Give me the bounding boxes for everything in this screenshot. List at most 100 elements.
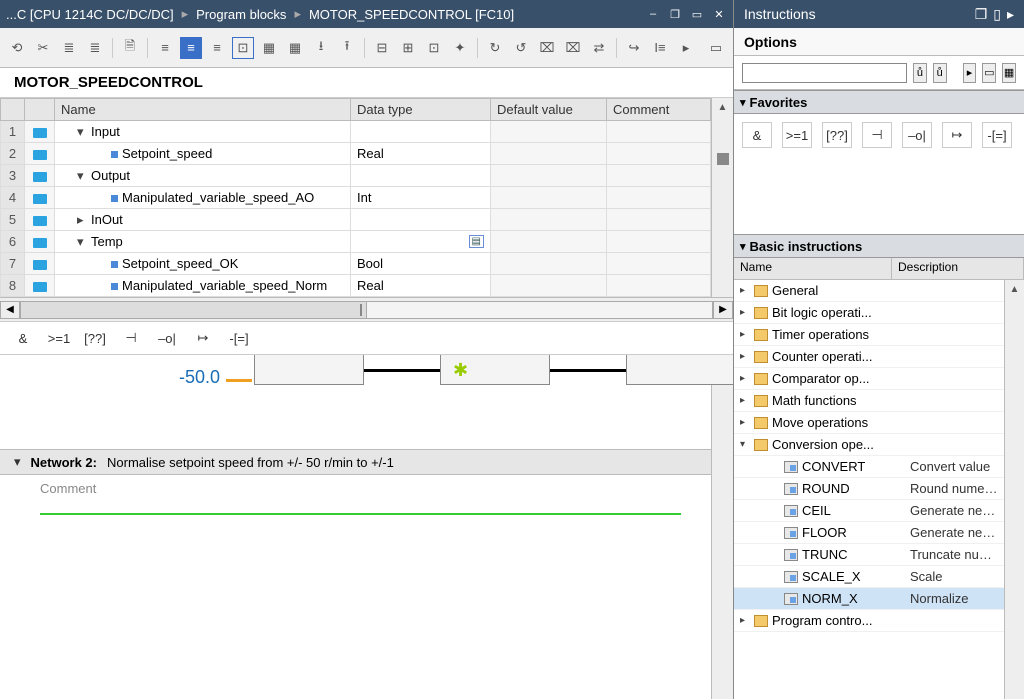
tool-btn[interactable]: ⊡ xyxy=(232,37,254,59)
var-default[interactable] xyxy=(491,253,607,275)
tree-folder[interactable]: ▸Bit logic operati... xyxy=(734,302,1004,324)
iface-row[interactable]: 6▾Temp▤ xyxy=(1,231,711,253)
filter-button[interactable]: ů xyxy=(933,63,947,83)
var-type[interactable] xyxy=(351,121,491,143)
var-default[interactable] xyxy=(491,165,607,187)
constant-value[interactable]: -50.0 xyxy=(110,367,220,388)
iface-row[interactable]: 7Setpoint_speed_OKBool xyxy=(1,253,711,275)
tool-btn[interactable]: 🗎 xyxy=(119,37,141,59)
tree-folder[interactable]: ▸Program contro... xyxy=(734,610,1004,632)
scroll-up-icon[interactable]: ▲ xyxy=(718,102,728,113)
fav-instruction[interactable]: ⊣ xyxy=(862,122,892,148)
var-comment[interactable] xyxy=(607,275,711,297)
var-comment[interactable] xyxy=(607,209,711,231)
var-default[interactable] xyxy=(491,187,607,209)
var-type[interactable]: Int xyxy=(351,187,491,209)
window-close-button[interactable]: ✕ xyxy=(711,7,727,21)
var-type[interactable]: ▤ xyxy=(351,231,491,253)
var-default[interactable] xyxy=(491,231,607,253)
iface-row[interactable]: 2Setpoint_speedReal xyxy=(1,143,711,165)
tool-btn[interactable]: ⟲ xyxy=(6,37,28,59)
canvas-scrollbar[interactable]: ▲ xyxy=(711,355,733,699)
iface-hscroll[interactable]: ◀ ▶ xyxy=(0,297,733,321)
fav-instruction[interactable]: [??] xyxy=(822,122,852,148)
var-type[interactable]: Real xyxy=(351,275,491,297)
tree-instruction[interactable]: SCALE_XScale xyxy=(734,566,1004,588)
tree-col-desc[interactable]: Description xyxy=(892,258,1024,279)
var-default[interactable] xyxy=(491,275,607,297)
tree-instruction[interactable]: FLOORGenerate next ... xyxy=(734,522,1004,544)
tool-btn[interactable]: ⇄ xyxy=(588,37,610,59)
window-maximize-button[interactable]: ▭ xyxy=(689,7,705,21)
tool-btn[interactable]: ≡ xyxy=(154,37,176,59)
fav-instruction[interactable]: ↦ xyxy=(942,122,972,148)
tree-instruction[interactable]: CEILGenerate next ... xyxy=(734,500,1004,522)
tool-btn[interactable]: ⭱ xyxy=(336,37,358,59)
fav-instruction[interactable]: [??] xyxy=(82,327,108,349)
window-restore-button[interactable]: ❐ xyxy=(667,7,683,21)
tool-btn[interactable]: ⭳ xyxy=(310,37,332,59)
scroll-up-icon[interactable]: ▲ xyxy=(1005,280,1024,295)
panel-button[interactable]: ❐ xyxy=(975,6,988,23)
play-button[interactable]: ▸ xyxy=(963,63,977,83)
filter-button[interactable]: ů xyxy=(913,63,927,83)
fav-instruction[interactable]: -[=] xyxy=(982,122,1012,148)
panel-collapse-button[interactable]: ▸ xyxy=(1007,6,1014,23)
var-type[interactable] xyxy=(351,209,491,231)
iface-scrollbar[interactable]: ▲ xyxy=(711,98,733,297)
tool-btn[interactable]: ▸ xyxy=(675,37,697,59)
var-type[interactable]: Bool xyxy=(351,253,491,275)
tool-btn[interactable]: ▦ xyxy=(284,37,306,59)
tool-btn[interactable]: ↺ xyxy=(510,37,532,59)
instruction-tree[interactable]: ▸General▸Bit logic operati...▸Timer oper… xyxy=(734,280,1004,699)
tool-btn[interactable]: ⊟ xyxy=(371,37,393,59)
fav-instruction[interactable]: ⊣ xyxy=(118,327,144,349)
instruction-filter-input[interactable] xyxy=(742,63,907,83)
var-default[interactable] xyxy=(491,143,607,165)
iface-row[interactable]: 4Manipulated_variable_speed_AOInt xyxy=(1,187,711,209)
view-button[interactable]: ▭ xyxy=(982,63,996,83)
tree-folder[interactable]: ▸Timer operations xyxy=(734,324,1004,346)
fav-instruction[interactable]: –o| xyxy=(902,122,932,148)
col-datatype[interactable]: Data type xyxy=(351,99,491,121)
var-comment[interactable] xyxy=(607,253,711,275)
tool-btn[interactable]: I≡ xyxy=(649,37,671,59)
fav-instruction[interactable]: >=1 xyxy=(46,327,72,349)
tool-btn[interactable]: ↪ xyxy=(623,37,645,59)
fbd-box[interactable] xyxy=(254,355,364,385)
fav-instruction[interactable]: & xyxy=(10,327,36,349)
iface-row[interactable]: 5▸InOut xyxy=(1,209,711,231)
basic-instructions-header[interactable]: ▾ Basic instructions xyxy=(734,234,1024,258)
tree-folder[interactable]: ▸Comparator op... xyxy=(734,368,1004,390)
tool-btn[interactable]: ⊡ xyxy=(423,37,445,59)
tool-btn[interactable]: ▭ xyxy=(705,37,727,59)
col-comment[interactable]: Comment xyxy=(607,99,711,121)
tree-instruction[interactable]: NORM_XNormalize xyxy=(734,588,1004,610)
tool-btn[interactable]: ⌧ xyxy=(536,37,558,59)
var-default[interactable] xyxy=(491,209,607,231)
fav-instruction[interactable]: >=1 xyxy=(782,122,812,148)
fbd-box[interactable] xyxy=(626,355,733,385)
tree-instruction[interactable]: TRUNCTruncate num... xyxy=(734,544,1004,566)
tool-btn[interactable]: ↻ xyxy=(484,37,506,59)
fav-instruction[interactable]: ↦ xyxy=(190,327,216,349)
window-minimize-button[interactable]: – xyxy=(645,7,661,21)
tool-btn[interactable]: ≣ xyxy=(58,37,80,59)
tool-btn[interactable]: ✂ xyxy=(32,37,54,59)
network-comment[interactable]: Comment xyxy=(40,481,96,496)
tree-folder[interactable]: ▸Counter operati... xyxy=(734,346,1004,368)
var-type[interactable] xyxy=(351,165,491,187)
network-header[interactable]: ▾ Network 2: Normalise setpoint speed fr… xyxy=(0,449,711,475)
tool-btn[interactable]: ⌧ xyxy=(562,37,584,59)
fav-instruction[interactable]: & xyxy=(742,122,772,148)
scroll-right-button[interactable]: ▶ xyxy=(713,301,733,319)
tool-btn[interactable]: ≣ xyxy=(84,37,106,59)
iface-row[interactable]: 1▾Input xyxy=(1,121,711,143)
var-comment[interactable] xyxy=(607,121,711,143)
var-comment[interactable] xyxy=(607,231,711,253)
tool-btn[interactable]: ≡ xyxy=(180,37,202,59)
var-default[interactable] xyxy=(491,121,607,143)
iface-row[interactable]: 8Manipulated_variable_speed_NormReal xyxy=(1,275,711,297)
tool-btn[interactable]: ≡ xyxy=(206,37,228,59)
tool-btn[interactable]: ⊞ xyxy=(397,37,419,59)
